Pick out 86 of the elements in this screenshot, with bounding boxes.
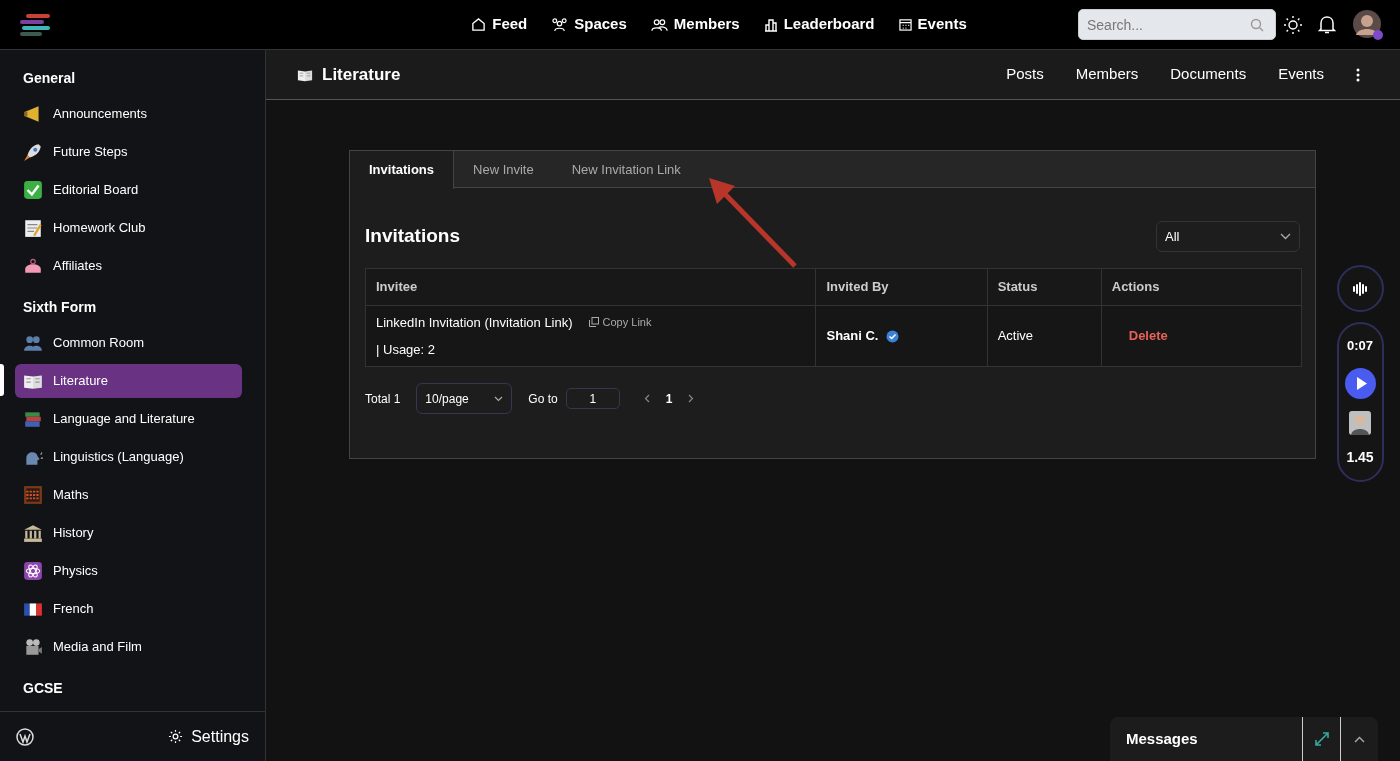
sidebar-item[interactable]: Editorial Board <box>15 173 242 207</box>
wordpress-icon[interactable] <box>16 727 34 746</box>
nav-link[interactable]: Feed <box>471 13 528 36</box>
tab[interactable]: Invitations <box>350 151 454 189</box>
settings-link[interactable]: Settings <box>168 724 249 749</box>
more-icon[interactable] <box>1356 67 1360 82</box>
avatar[interactable] <box>1352 8 1384 41</box>
search-field[interactable]: Search... <box>1078 9 1276 40</box>
caret-icon <box>494 395 504 402</box>
notepad-icon <box>23 218 43 238</box>
column-header: Status <box>997 279 1038 295</box>
status-text: Active <box>997 328 1034 344</box>
page-link[interactable]: 1 <box>665 389 673 408</box>
people-icon <box>23 333 43 353</box>
column-header: Invited By <box>826 279 889 295</box>
atom-icon <box>23 561 43 581</box>
total-count: Total 1 <box>365 390 401 408</box>
search-icon <box>1250 18 1264 32</box>
check-icon <box>23 180 43 200</box>
bell-icon[interactable] <box>1318 15 1336 34</box>
tab[interactable]: New Invite <box>454 151 553 188</box>
sidebar-item[interactable]: Media and Film <box>15 630 242 664</box>
previous-icon[interactable] <box>643 394 650 403</box>
purse-icon <box>23 256 43 276</box>
sidebar-item[interactable]: Announcements <box>15 97 242 131</box>
play-button[interactable] <box>1344 367 1376 399</box>
chevron-up-icon[interactable] <box>1354 735 1365 743</box>
column-header: Invitee <box>376 279 418 295</box>
group-icon <box>650 17 668 32</box>
copy-link[interactable]: Copy Link <box>588 314 652 331</box>
expand-icon[interactable] <box>1314 732 1329 746</box>
voice-button[interactable] <box>1336 265 1384 312</box>
section-title: GCSE <box>22 679 64 698</box>
goto-label: Go to <box>528 390 558 408</box>
sidebar-item[interactable]: Linguistics (Language) <box>15 440 242 474</box>
time-text: 0:07 <box>1347 337 1373 355</box>
usage-text: | Usage: 2 <box>376 341 437 359</box>
rocket-icon <box>23 142 43 162</box>
tab[interactable]: New Invitation Link <box>552 151 700 188</box>
people-icon <box>551 17 569 32</box>
sidebar-item[interactable]: Homework Club <box>15 211 242 245</box>
section-title: Sixth Form <box>22 298 98 317</box>
books-icon <box>23 409 43 429</box>
section-heading: Invitations <box>365 224 460 249</box>
speed-text: 1.45 <box>1346 447 1374 467</box>
goto-field[interactable]: 1 <box>565 388 620 409</box>
invitee-name: LinkedIn Invitation (Invitation Link) <box>376 313 573 332</box>
sidebar-item[interactable]: History <box>15 516 242 550</box>
inviter-name: Shani C. <box>826 327 879 346</box>
sidebar-item[interactable]: Physics <box>15 554 242 588</box>
waveform-icon <box>1352 281 1368 296</box>
sidebar-item[interactable]: Literature <box>15 364 242 398</box>
page-size-select[interactable]: 10/page <box>416 383 513 414</box>
filter-select[interactable]: All <box>1156 221 1300 252</box>
abacus-icon <box>23 485 43 505</box>
delete-button[interactable]: Delete <box>1127 325 1169 347</box>
space-tab[interactable]: Documents <box>1170 63 1247 86</box>
section-title: General <box>22 69 77 88</box>
building-icon <box>23 523 43 543</box>
projector-icon <box>23 637 43 657</box>
sidebar-item[interactable]: Affiliates <box>15 249 242 283</box>
sidebar-item[interactable]: French <box>15 592 242 626</box>
sun-icon[interactable] <box>1284 15 1302 34</box>
calendar-icon <box>898 18 912 31</box>
nav-link[interactable]: Spaces <box>551 13 627 36</box>
space-tab[interactable]: Events <box>1278 63 1324 86</box>
column-header: Actions <box>1111 279 1160 295</box>
nav-link[interactable]: Leaderboard <box>763 13 875 36</box>
logo-icon <box>20 13 50 36</box>
space-tab[interactable]: Posts <box>1006 63 1044 86</box>
next-icon[interactable] <box>688 394 695 403</box>
nav-link[interactable]: Members <box>650 13 740 36</box>
messages-title: Messages <box>1125 728 1198 749</box>
space-title: Literature <box>322 63 401 86</box>
sidebar-item[interactable]: Maths <box>15 478 242 512</box>
avatar <box>1349 410 1371 435</box>
space-tab[interactable]: Members <box>1075 63 1139 86</box>
copy-icon <box>588 317 599 328</box>
sidebar-item[interactable]: Common Room <box>15 326 242 360</box>
sidebar-item[interactable]: Future Steps <box>15 135 242 169</box>
nav-link[interactable]: Events <box>898 13 967 36</box>
sidebar-item[interactable]: Language and Literature <box>15 402 242 436</box>
gear-icon <box>168 729 184 744</box>
bar-chart-icon <box>763 17 778 32</box>
home-icon <box>471 17 487 32</box>
caret-icon <box>1280 233 1291 240</box>
